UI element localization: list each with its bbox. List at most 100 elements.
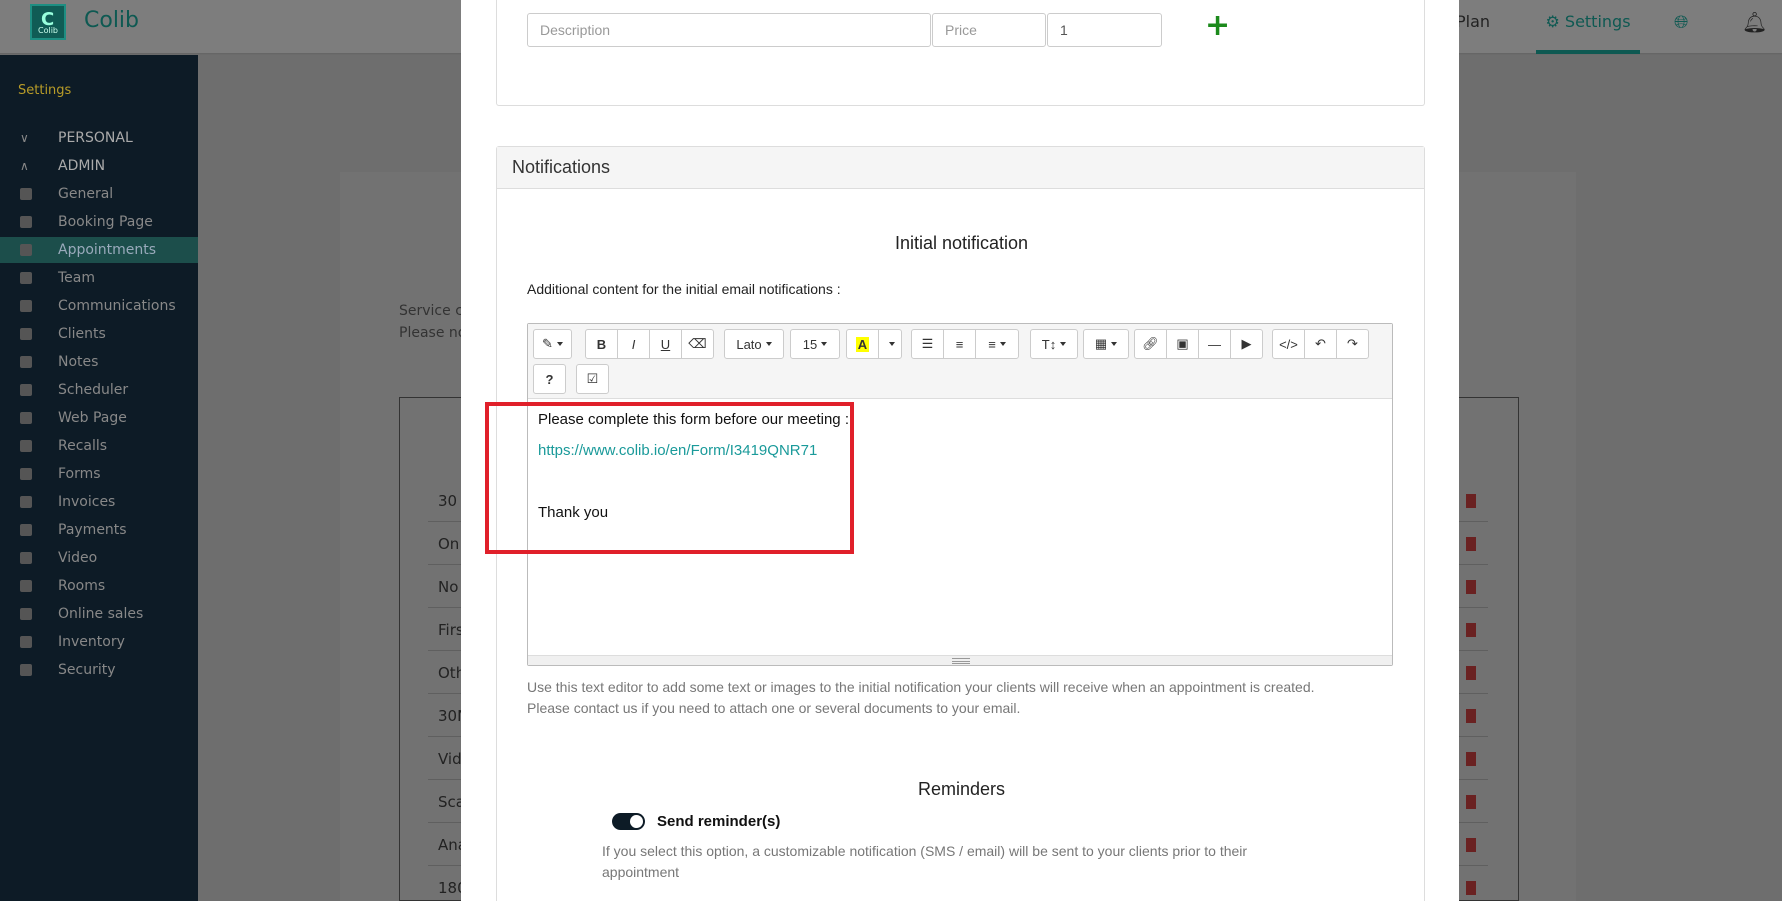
editor-content-area[interactable]: Please complete this form before our mee…: [528, 400, 1392, 655]
additional-content-label: Additional content for the initial email…: [527, 281, 841, 297]
align-dropdown[interactable]: ≡: [975, 329, 1019, 359]
color-dropdown-button[interactable]: [878, 329, 902, 359]
send-reminders-toggle[interactable]: [612, 813, 645, 830]
caret-icon: [889, 342, 895, 346]
price-input[interactable]: [932, 13, 1046, 47]
sidebar-group-admin[interactable]: ∧ ADMIN: [0, 153, 198, 179]
horizontal-rule-button[interactable]: —: [1198, 329, 1231, 359]
sidebar-item-security[interactable]: Security: [0, 657, 198, 683]
grip-icon: [952, 658, 970, 664]
delete-icon[interactable]: [1466, 666, 1476, 680]
appointment-settings-modal: + Notifications Initial notification Add…: [461, 0, 1459, 901]
sidebar-item-online-sales[interactable]: Online sales: [0, 601, 198, 627]
sidebar-item-web-page[interactable]: Web Page: [0, 405, 198, 431]
insert-checkbox-button[interactable]: ☑: [576, 364, 609, 394]
magic-wand-icon: ✎: [542, 336, 553, 351]
image-icon: ▣: [1176, 336, 1189, 351]
insert-video-button[interactable]: ▶: [1230, 329, 1263, 359]
delete-icon[interactable]: [1466, 494, 1476, 508]
font-size-dropdown[interactable]: 15: [790, 329, 840, 359]
numbered-list-button[interactable]: ≡: [943, 329, 976, 359]
table-cell: On: [438, 535, 460, 553]
sidebar-item-forms[interactable]: Forms: [0, 461, 198, 487]
insert-image-button[interactable]: ▣: [1166, 329, 1199, 359]
sidebar-item-label: Appointments: [58, 242, 157, 258]
table-cell: No: [438, 578, 459, 596]
sidebar-item-invoices[interactable]: Invoices: [0, 489, 198, 515]
nav-settings[interactable]: ⚙ Settings: [1536, 0, 1640, 54]
eraser-icon: ⌫: [688, 336, 707, 351]
send-reminders-label: Send reminder(s): [657, 813, 781, 830]
insert-group: 🔗︎ ▣ — ▶: [1134, 329, 1263, 359]
editor-text-line: Please complete this form before our mee…: [538, 411, 849, 428]
code-view-button[interactable]: </>: [1272, 329, 1305, 359]
underline-button[interactable]: U: [649, 329, 682, 359]
font-name-value: Lato: [736, 336, 762, 352]
sidebar-item-label: Booking Page: [58, 214, 153, 230]
quantity-input[interactable]: [1047, 13, 1162, 47]
sidebar-item-scheduler[interactable]: Scheduler: [0, 377, 198, 403]
insert-link-button[interactable]: 🔗︎: [1134, 329, 1167, 359]
help-button[interactable]: ?: [533, 364, 566, 394]
delete-icon[interactable]: [1466, 752, 1476, 766]
sidebar-item-communications[interactable]: Communications: [0, 293, 198, 319]
sidebar-item-video[interactable]: Video: [0, 545, 198, 571]
delete-icon[interactable]: [1466, 795, 1476, 809]
table-dropdown[interactable]: ▦: [1083, 329, 1129, 359]
sidebar-item-general[interactable]: General: [0, 181, 198, 207]
bold-button[interactable]: B: [585, 329, 618, 359]
caret-icon: [999, 342, 1006, 346]
highlight-icon: A: [855, 336, 870, 352]
globe-icon[interactable]: 🌐︎: [1674, 12, 1688, 33]
redo-button[interactable]: ↷: [1336, 329, 1369, 359]
shield-icon: [20, 664, 32, 676]
horizontal-rule-icon: —: [1208, 336, 1221, 352]
misc-group: </> ↶ ↷: [1272, 329, 1369, 359]
bullet-list-button[interactable]: ☰: [911, 329, 944, 359]
sidebar-item-clients[interactable]: Clients: [0, 321, 198, 347]
sidebar-item-label: Team: [58, 270, 96, 286]
italic-button[interactable]: I: [617, 329, 650, 359]
delete-icon[interactable]: [1466, 881, 1476, 895]
sidebar-group-personal[interactable]: ∨ PERSONAL: [0, 125, 198, 151]
sidebar-item-recalls[interactable]: Recalls: [0, 433, 198, 459]
envelope-icon: [20, 300, 32, 312]
video-icon: [20, 552, 32, 564]
delete-icon[interactable]: [1466, 709, 1476, 723]
sidebar-item-rooms[interactable]: Rooms: [0, 573, 198, 599]
delete-icon[interactable]: [1466, 838, 1476, 852]
magic-style-button[interactable]: ✎: [533, 329, 572, 359]
app-logo[interactable]: C Colib: [30, 4, 66, 40]
clear-format-button[interactable]: ⌫: [681, 329, 714, 359]
add-icon[interactable]: +: [1205, 11, 1230, 41]
editor-toolbar: ✎ B I U ⌫ Lato 15 A ☰ ≡ ≡ T↕ ▦ 🔗︎ ▣ — ▶ …: [528, 324, 1392, 399]
align-left-icon: ≡: [988, 336, 996, 352]
delete-icon[interactable]: [1466, 580, 1476, 594]
delete-icon[interactable]: [1466, 623, 1476, 637]
sidebar-item-payments[interactable]: Payments: [0, 517, 198, 543]
highlight-color-button[interactable]: A: [846, 329, 879, 359]
sidebar-item-inventory[interactable]: Inventory: [0, 629, 198, 655]
sidebar-item-appointments[interactable]: Appointments: [0, 237, 198, 263]
redo-icon: ↷: [1347, 336, 1358, 351]
bold-icon: B: [596, 336, 607, 352]
toggle-knob: [630, 815, 643, 828]
form-link[interactable]: https://www.colib.io/en/Form/I3419QNR71: [538, 442, 817, 459]
notifications-card: Notifications Initial notification Addit…: [496, 146, 1425, 901]
nav-plan[interactable]: Plan: [1456, 12, 1490, 31]
font-name-dropdown[interactable]: Lato: [724, 329, 784, 359]
checkbox-icon: ☑: [586, 371, 599, 386]
editor-resize-handle[interactable]: [528, 655, 1392, 665]
sidebar-item-booking-page[interactable]: Booking Page: [0, 209, 198, 235]
sidebar-item-team[interactable]: Team: [0, 265, 198, 291]
underline-icon: U: [660, 336, 671, 352]
description-input[interactable]: [527, 13, 931, 47]
sidebar-item-notes[interactable]: Notes: [0, 349, 198, 375]
app-name[interactable]: Colib: [84, 8, 139, 33]
sidebar-item-label: Web Page: [58, 410, 127, 426]
line-height-dropdown[interactable]: T↕: [1030, 329, 1078, 359]
checkbox-group: ☑: [576, 364, 609, 394]
bell-icon[interactable]: 🔔︎: [1742, 10, 1767, 34]
undo-button[interactable]: ↶: [1304, 329, 1337, 359]
delete-icon[interactable]: [1466, 537, 1476, 551]
